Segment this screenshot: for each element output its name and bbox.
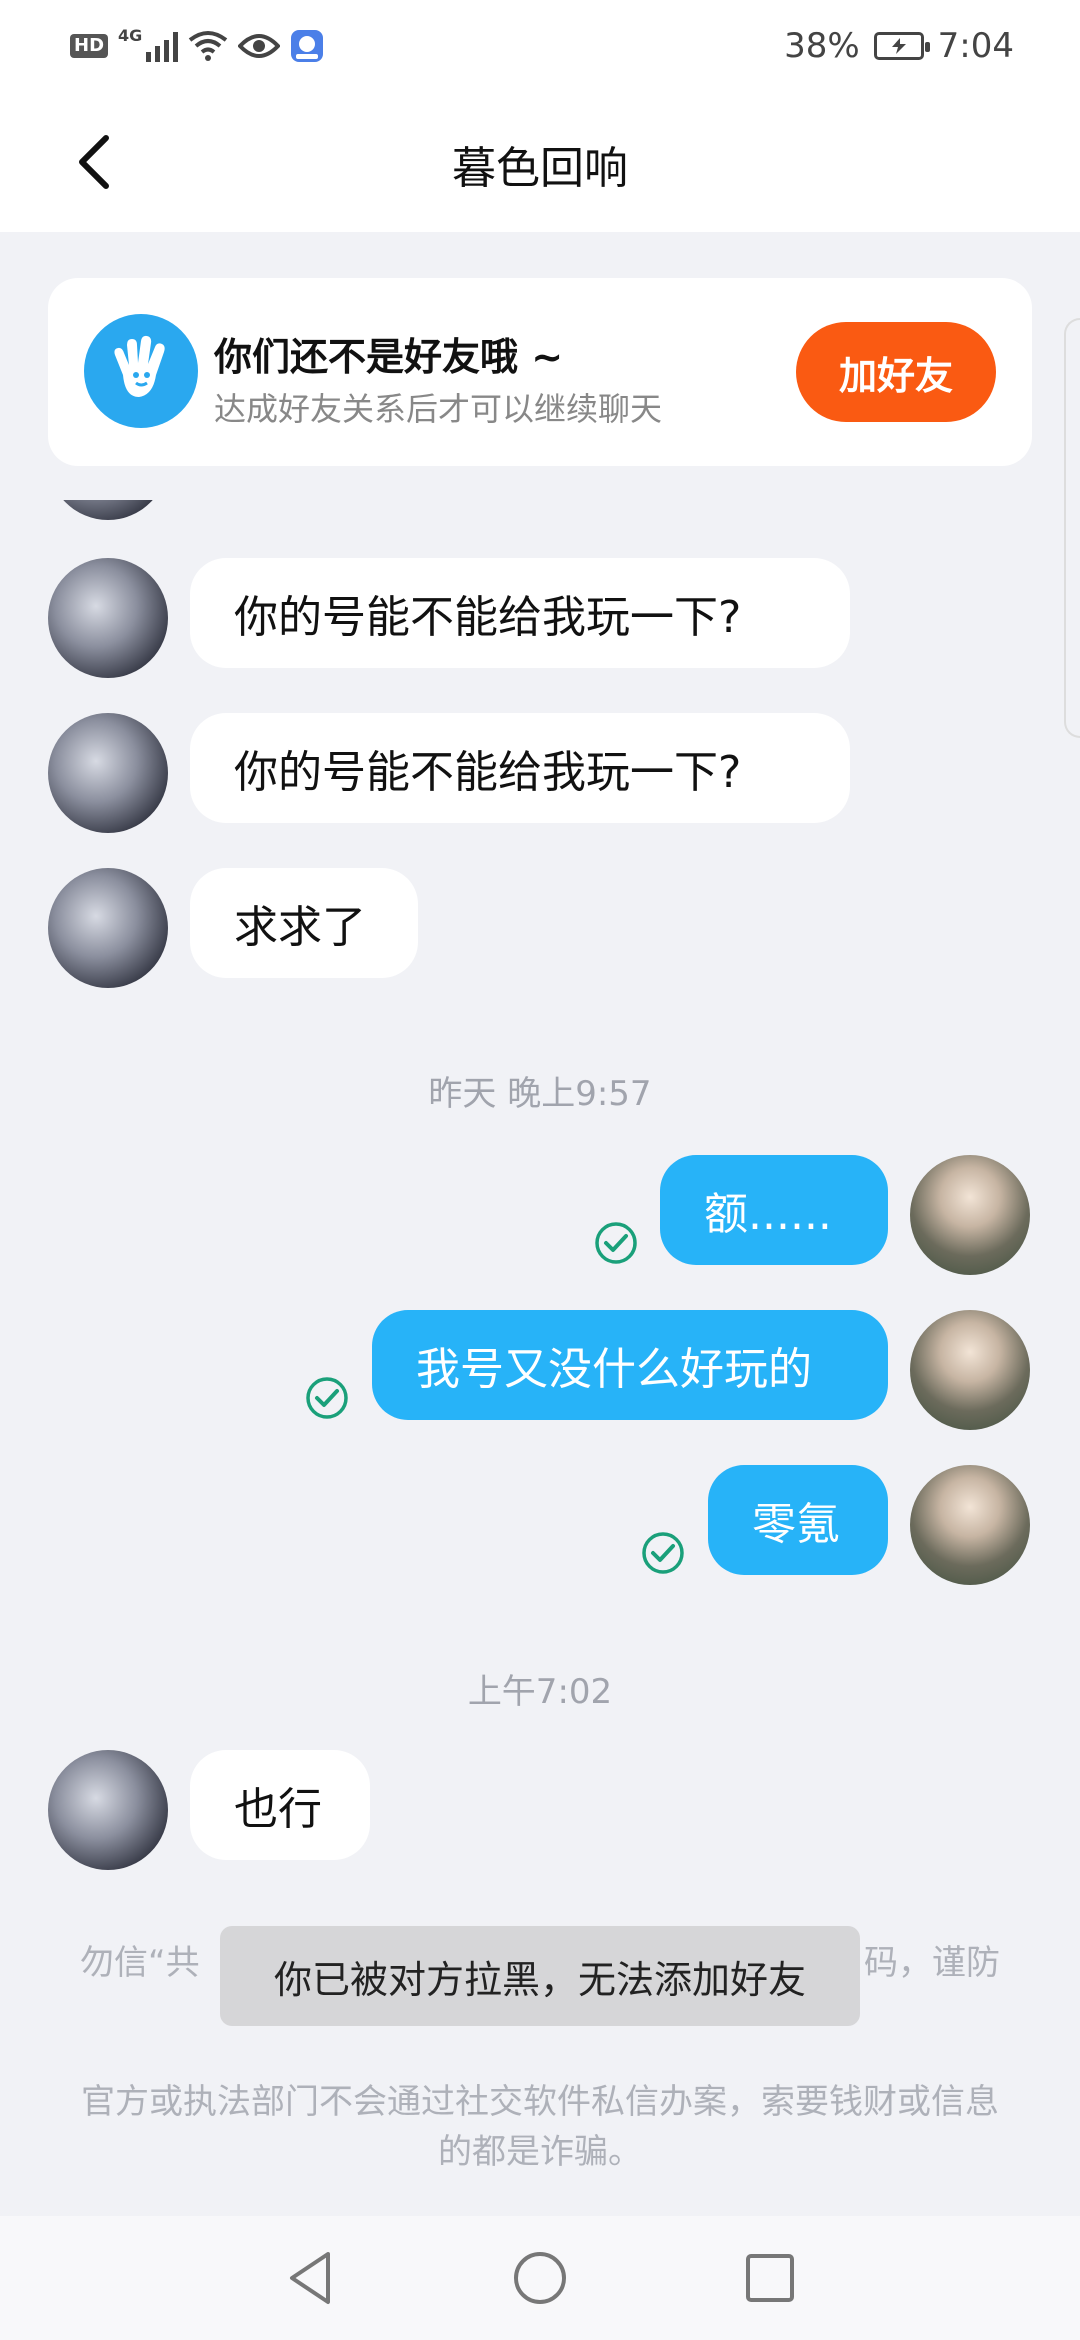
message-timestamp: 昨天 晚上9:57	[428, 1074, 652, 1114]
message-bubble-outgoing[interactable]: 额......	[660, 1155, 888, 1265]
signal-icon	[146, 30, 179, 62]
add-friend-button[interactable]: 加好友	[796, 322, 996, 422]
blocked-toast: 你已被对方拉黑，无法添加好友	[220, 1926, 860, 2026]
status-time: 7:04	[937, 26, 1014, 66]
network-type: 4G	[118, 26, 143, 45]
avatar[interactable]	[48, 868, 168, 988]
banner-title: 你们还不是好友哦 ~	[214, 335, 564, 379]
message-bubble-outgoing[interactable]: 零氪	[708, 1465, 888, 1575]
nav-back-button[interactable]	[280, 2248, 340, 2308]
message-timestamp: 上午7:02	[467, 1672, 613, 1712]
check-circle-icon	[642, 1532, 684, 1574]
message-bubble-incoming[interactable]: 你的号能不能给我玩一下?	[190, 558, 850, 668]
status-right: 38% 7:04	[784, 22, 1014, 70]
page-title: 暮色回响	[452, 143, 628, 194]
message-bubble-incoming[interactable]: 求求了	[190, 868, 418, 978]
triangle-back-icon	[290, 2252, 330, 2304]
check-circle-icon	[306, 1377, 348, 1419]
message-bubble-incoming[interactable]: 也行	[190, 1750, 370, 1860]
eye-icon	[238, 34, 281, 58]
status-left: HD 4G	[70, 26, 324, 66]
system-nav-bar	[0, 2216, 1080, 2340]
status-bar: HD 4G 38% 7:04	[0, 0, 1080, 92]
check-circle-icon	[595, 1222, 637, 1264]
hd-badge: HD	[70, 34, 109, 58]
avatar[interactable]	[48, 558, 168, 678]
hand-wave-icon	[84, 314, 198, 428]
wifi-icon	[189, 31, 228, 61]
nav-home-button[interactable]	[510, 2248, 570, 2308]
avatar-self[interactable]	[910, 1310, 1030, 1430]
battery-percent: 38%	[784, 26, 860, 66]
avatar-self[interactable]	[910, 1155, 1030, 1275]
fraud-warning-line2: 官方或执法部门不会通过社交软件私信办案，索要钱财或信息的都是诈骗。	[81, 2082, 999, 2172]
circle-home-icon	[514, 2252, 566, 2304]
app-notification-icon	[291, 30, 324, 62]
message-bubble-incoming[interactable]: 你的号能不能给我玩一下?	[190, 713, 850, 823]
scrollbar[interactable]	[1064, 318, 1080, 738]
avatar-self[interactable]	[910, 1465, 1030, 1585]
battery-icon	[873, 32, 930, 60]
chat-header: 暮色回响	[0, 92, 1080, 232]
avatar[interactable]	[48, 1750, 168, 1870]
friend-request-banner: 你们还不是好友哦 ~ 达成好友关系后才可以继续聊天 加好友	[48, 278, 1032, 466]
nav-recent-button[interactable]	[740, 2248, 800, 2308]
avatar[interactable]	[48, 713, 168, 833]
square-recent-icon	[746, 2254, 794, 2302]
message-bubble-outgoing[interactable]: 我号又没什么好玩的	[372, 1310, 888, 1420]
banner-subtitle: 达成好友关系后才可以继续聊天	[214, 390, 663, 428]
